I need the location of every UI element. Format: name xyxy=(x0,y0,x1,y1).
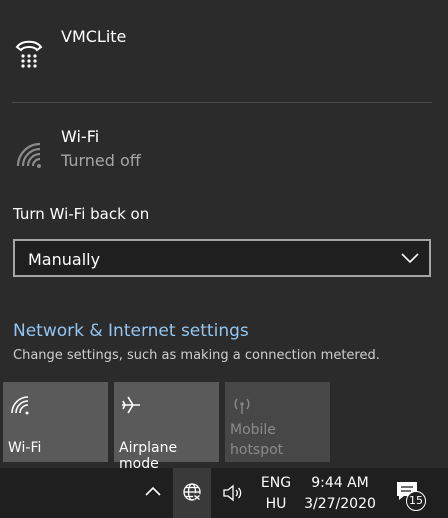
mobile-hotspot-quick-action[interactable]: Mobile hotspot xyxy=(225,382,330,462)
notification-count-badge: 15 xyxy=(406,491,426,511)
network-settings-description: Change settings, such as making a connec… xyxy=(13,348,380,363)
globe-icon xyxy=(183,483,201,501)
network-flyout: VMCLite Wi-Fi Turned off Turn Wi-Fi back… xyxy=(0,0,448,472)
wifi-off-icon xyxy=(16,142,41,168)
wifi-quick-action[interactable]: Wi-Fi xyxy=(3,382,108,462)
turn-wifi-on-dropdown[interactable]: Manually xyxy=(13,239,431,277)
connection-wifi[interactable]: Wi-Fi Turned off xyxy=(0,122,448,182)
tile-label: Wi-Fi xyxy=(8,440,42,456)
airplane-icon xyxy=(122,396,140,414)
network-tray-button[interactable] xyxy=(173,468,211,518)
keyboard-layout-code: HU xyxy=(265,496,287,512)
turn-wifi-on-label: Turn Wi-Fi back on xyxy=(13,205,150,223)
dropdown-value: Manually xyxy=(28,250,101,269)
clock-date: 3/27/2020 xyxy=(304,496,376,512)
chevron-down-icon xyxy=(401,253,419,264)
connection-vmclite[interactable]: VMCLite xyxy=(0,20,448,80)
connection-name: VMCLite xyxy=(61,27,127,46)
language-code: ENG xyxy=(260,475,292,491)
airplane-mode-quick-action[interactable]: Airplane mode xyxy=(114,382,219,472)
connection-status: Turned off xyxy=(61,151,141,170)
hotspot-icon xyxy=(234,398,250,414)
clock[interactable]: 9:44 AM 3/27/2020 xyxy=(300,473,380,515)
connection-name: Wi-Fi xyxy=(61,127,100,146)
network-settings-link[interactable]: Network & Internet settings xyxy=(13,321,249,341)
taskbar: ENG HU 9:44 AM 3/27/2020 15 xyxy=(0,468,448,518)
divider xyxy=(12,102,432,103)
volume-icon[interactable] xyxy=(222,483,244,503)
input-language-indicator[interactable]: ENG HU xyxy=(260,473,292,515)
clock-time: 9:44 AM xyxy=(311,475,369,491)
wifi-icon xyxy=(11,396,29,415)
tile-label: Mobile hotspot xyxy=(230,422,284,458)
action-center-button[interactable]: 15 xyxy=(396,481,426,511)
show-hidden-icons-chevron-icon[interactable] xyxy=(144,485,162,497)
phone-dialup-icon xyxy=(15,40,43,68)
